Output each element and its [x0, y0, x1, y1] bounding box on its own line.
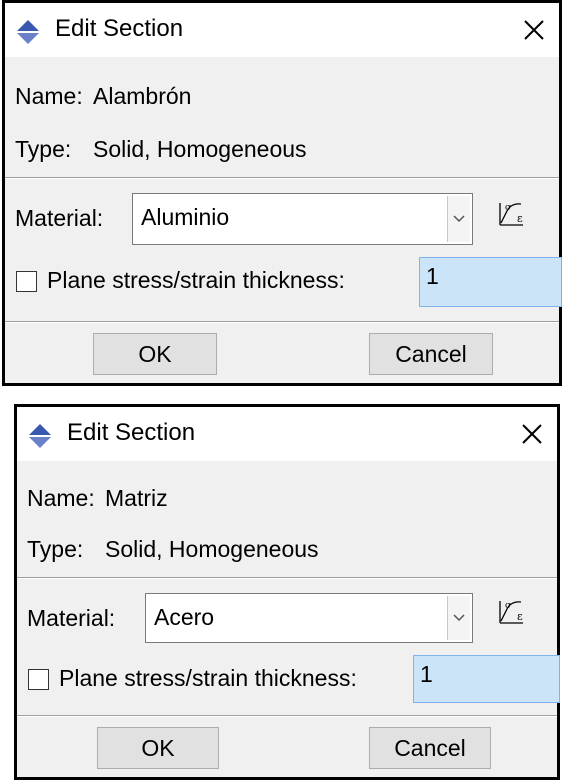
thickness-input[interactable]: 1 [419, 257, 562, 307]
type-value: Solid, Homogeneous [105, 536, 319, 562]
ok-button[interactable]: OK [97, 727, 219, 769]
svg-text:σ: σ [505, 203, 511, 213]
app-diamond-icon [29, 424, 51, 448]
type-value: Solid, Homogeneous [93, 136, 307, 162]
ok-button[interactable]: OK [93, 333, 217, 375]
separator [17, 715, 557, 717]
dialog-titlebar: Edit Section [17, 407, 557, 461]
stress-strain-curve-icon[interactable]: σ ε [497, 199, 529, 229]
app-diamond-icon [17, 20, 39, 44]
material-combo-value: Aluminio [141, 204, 230, 230]
svg-text:σ: σ [505, 601, 511, 611]
close-icon [524, 20, 544, 40]
chevron-down-icon [453, 614, 465, 622]
name-label: Name: [15, 83, 83, 109]
name-value: Matriz [105, 485, 168, 511]
stress-strain-curve-icon[interactable]: σ ε [497, 597, 529, 627]
material-combo[interactable]: Acero [145, 593, 473, 643]
plane-stress-label: Plane stress/strain thickness: [47, 267, 345, 293]
material-label: Material: [27, 605, 116, 631]
edit-section-dialog-2: Edit Section Name: Matriz Type: Solid, H… [14, 404, 560, 780]
svg-text:ε: ε [517, 610, 523, 623]
type-label: Type: [27, 536, 84, 562]
dialog-titlebar: Edit Section [5, 3, 559, 57]
close-icon [522, 424, 542, 444]
edit-section-dialog-1: Edit Section Name: Alambrón Type: Solid,… [2, 0, 562, 386]
plane-stress-label: Plane stress/strain thickness: [59, 665, 357, 691]
chevron-down-icon [453, 215, 465, 223]
close-button[interactable] [511, 7, 557, 53]
material-combo[interactable]: Aluminio [132, 193, 473, 245]
plane-stress-checkbox[interactable] [28, 669, 49, 690]
combo-arrow-button[interactable] [447, 596, 470, 640]
type-label: Type: [15, 136, 72, 162]
separator [17, 577, 557, 579]
combo-arrow-button[interactable] [447, 196, 470, 242]
dialog-title: Edit Section [67, 419, 196, 446]
material-label: Material: [15, 205, 104, 231]
cancel-button[interactable]: Cancel [369, 333, 493, 375]
material-combo-value: Acero [154, 604, 215, 630]
plane-stress-checkbox[interactable] [16, 271, 37, 292]
name-value: Alambrón [93, 83, 192, 109]
dialog-title: Edit Section [55, 15, 184, 42]
close-button[interactable] [509, 411, 555, 457]
separator [5, 177, 559, 179]
name-label: Name: [27, 485, 95, 511]
separator [5, 321, 559, 323]
cancel-button[interactable]: Cancel [369, 727, 491, 769]
svg-text:ε: ε [517, 212, 523, 225]
thickness-input[interactable]: 1 [413, 655, 560, 703]
